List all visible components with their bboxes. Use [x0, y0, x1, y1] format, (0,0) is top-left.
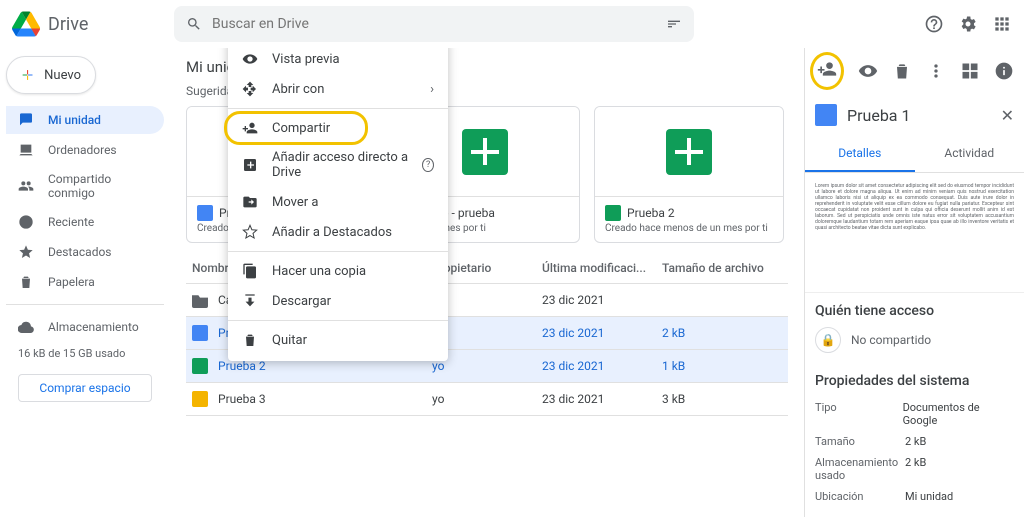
- access-heading: Quién tiene acceso: [815, 303, 1014, 319]
- chevron-right-icon: ›: [430, 82, 434, 97]
- star-icon: [18, 244, 34, 260]
- prop-row: Almacenamiento usado2 kB: [815, 452, 1014, 486]
- prop-row: UbicaciónMi unidad: [815, 486, 1014, 507]
- lock-icon: 🔒: [815, 327, 841, 353]
- search-icon: [186, 16, 202, 32]
- sidebar-item-starred[interactable]: Destacados: [6, 238, 164, 266]
- sidebar-item-my-drive[interactable]: Mi unidad: [6, 106, 164, 134]
- sidebar-item-trash[interactable]: Papelera: [6, 268, 164, 296]
- ctx-download[interactable]: Descargar: [228, 286, 448, 316]
- folder-icon: [192, 292, 208, 308]
- new-button[interactable]: Nuevo: [6, 56, 96, 94]
- ctx-remove[interactable]: Quitar: [228, 325, 448, 355]
- sidebar-item-storage[interactable]: Almacenamiento: [6, 313, 164, 341]
- ctx-share[interactable]: Compartir: [228, 113, 448, 143]
- people-icon: [18, 178, 34, 194]
- context-menu: Vista previa Abrir con› Compartir Añadir…: [228, 48, 448, 361]
- eye-icon: [242, 51, 258, 67]
- more-action-icon[interactable]: [926, 61, 946, 81]
- shortcut-icon: [242, 157, 258, 173]
- doc-icon: [192, 325, 208, 341]
- sidebar-item-recent[interactable]: Reciente: [6, 208, 164, 236]
- storage-used: 16 kB de 15 GB usado: [6, 343, 164, 364]
- details-title: Prueba 1: [847, 106, 910, 125]
- person-add-icon: [242, 120, 258, 136]
- ctx-add-star[interactable]: Añadir a Destacados: [228, 217, 448, 247]
- sheets-icon: [666, 129, 712, 175]
- ctx-move-to[interactable]: Mover a: [228, 187, 448, 217]
- main-content: Mi unidad Sugerida Prueba Creado hace lc…: [170, 48, 804, 517]
- search-bar[interactable]: [174, 6, 694, 42]
- suggested-card[interactable]: Prueba 2 Creado hace menos de un mes por…: [594, 106, 784, 243]
- doc-icon: [197, 205, 213, 221]
- preview-action-icon[interactable]: [858, 61, 878, 81]
- ctx-preview[interactable]: Vista previa: [228, 48, 448, 74]
- download-icon: [242, 293, 258, 309]
- preview-thumbnail: Lorem ipsum dolor sit amet consectetur a…: [805, 173, 1024, 293]
- open-with-icon: [242, 81, 258, 97]
- props-heading: Propiedades del sistema: [815, 373, 1014, 389]
- tab-activity[interactable]: Actividad: [915, 136, 1024, 172]
- sheet-icon: [605, 205, 621, 221]
- sidebar-item-shared[interactable]: Compartido conmigo: [6, 166, 164, 206]
- close-icon[interactable]: ✕: [1001, 106, 1014, 125]
- prop-row: TipoDocumentos de Google: [815, 397, 1014, 431]
- sheet-icon: [192, 358, 208, 374]
- sidebar: Nuevo Mi unidad Ordenadores Compartido c…: [0, 48, 170, 517]
- trash-icon: [242, 332, 258, 348]
- selection-actions: [805, 48, 1024, 94]
- access-status-row: 🔒 No compartido: [815, 327, 1014, 353]
- delete-action-icon[interactable]: [892, 61, 912, 81]
- help-icon[interactable]: [924, 14, 944, 34]
- slide-icon: [192, 391, 208, 407]
- help-icon[interactable]: ?: [422, 158, 434, 172]
- table-row[interactable]: Prueba 3 yo23 dic 20213 kB: [186, 383, 788, 416]
- share-action-highlighted[interactable]: [810, 52, 844, 90]
- move-icon: [242, 194, 258, 210]
- ctx-make-copy[interactable]: Hacer una copia: [228, 256, 448, 286]
- drive-icon: [18, 112, 34, 128]
- computer-icon: [18, 142, 34, 158]
- tab-details[interactable]: Detalles: [805, 136, 915, 172]
- buy-storage-button[interactable]: Comprar espacio: [18, 374, 152, 402]
- star-outline-icon: [242, 224, 258, 240]
- info-icon[interactable]: [994, 61, 1014, 81]
- prop-row: Tamaño2 kB: [815, 431, 1014, 452]
- cloud-icon: [18, 319, 34, 335]
- apps-icon[interactable]: [992, 14, 1012, 34]
- app-name: Drive: [48, 14, 88, 35]
- details-panel: Prueba 1 ✕ Detalles Actividad Lorem ipsu…: [804, 48, 1024, 517]
- grid-view-icon[interactable]: [960, 61, 980, 81]
- clock-icon: [18, 214, 34, 230]
- drive-logo[interactable]: Drive: [12, 10, 162, 38]
- settings-icon[interactable]: [958, 14, 978, 34]
- ctx-open-with[interactable]: Abrir con›: [228, 74, 448, 104]
- trash-icon: [18, 274, 34, 290]
- sidebar-item-computers[interactable]: Ordenadores: [6, 136, 164, 164]
- copy-icon: [242, 263, 258, 279]
- search-options-icon[interactable]: [666, 16, 682, 32]
- ctx-add-shortcut[interactable]: Añadir acceso directo a Drive?: [228, 143, 448, 187]
- person-add-icon: [817, 59, 837, 79]
- sheets-icon: [462, 129, 508, 175]
- search-input[interactable]: [212, 16, 656, 32]
- doc-icon: [815, 104, 837, 126]
